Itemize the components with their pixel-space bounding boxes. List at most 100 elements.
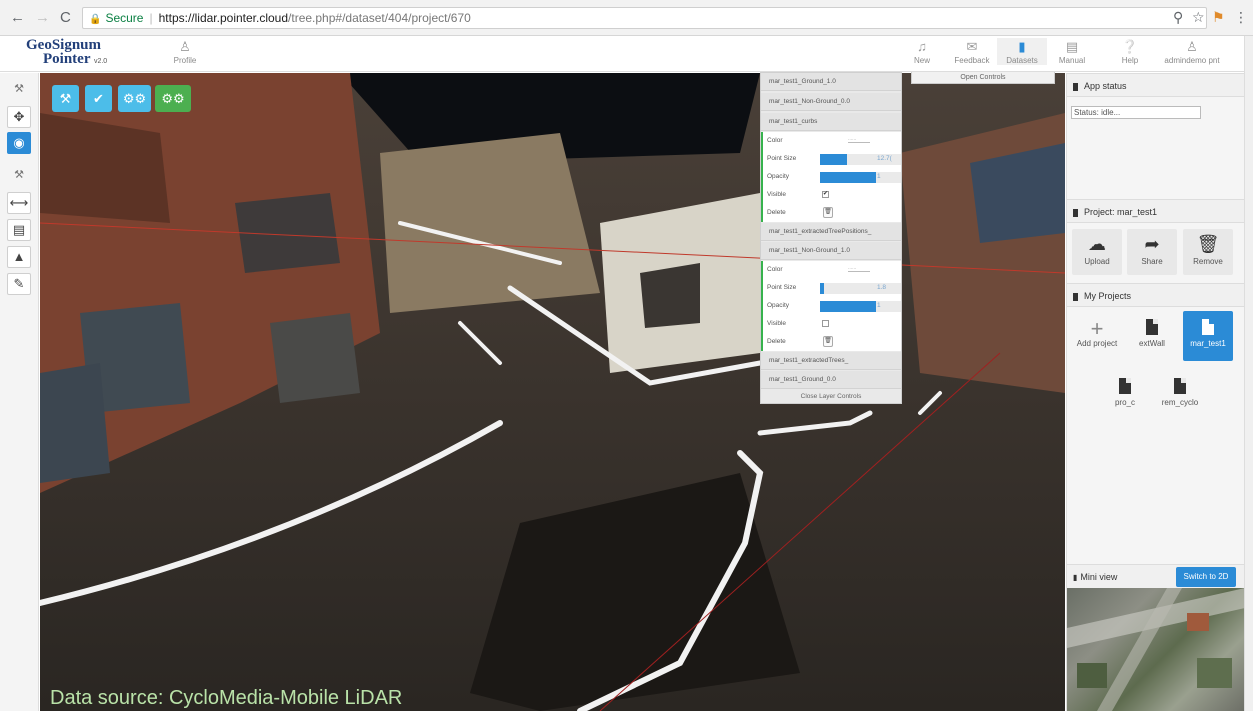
- nonground-pointsize-row: Point Size 1.8: [761, 279, 901, 297]
- nonground-color-row: Color ......: [761, 261, 901, 279]
- app-status-header: App status: [1067, 73, 1245, 97]
- visible-checkbox[interactable]: ✔: [822, 191, 829, 198]
- visible-checkbox[interactable]: [822, 320, 829, 327]
- switch-to-2d-button[interactable]: Switch to 2D: [1176, 567, 1236, 587]
- orbit-tool-button[interactable]: ◉: [7, 132, 31, 154]
- nonground-visible-row: Visible: [761, 315, 901, 333]
- point-size-slider[interactable]: 12.7(: [820, 154, 901, 165]
- project-label: rem_cyclo: [1161, 398, 1199, 407]
- share-button[interactable]: ➦ Share: [1127, 229, 1177, 275]
- point-size-slider[interactable]: 1.8: [820, 283, 901, 294]
- reload-icon[interactable]: C: [60, 9, 71, 26]
- layer-item[interactable]: mar_test1_Ground_1.0: [761, 73, 901, 91]
- wrench-tool-button[interactable]: ⚒: [52, 85, 79, 112]
- cloud-upload-icon: ☁: [1088, 234, 1106, 254]
- data-source-caption: Data source: CycloMedia-Mobile LiDAR: [50, 687, 403, 709]
- delete-label: Delete: [767, 209, 786, 216]
- settings-tool-button[interactable]: ⚙⚙: [118, 85, 151, 112]
- opacity-value: 1: [877, 302, 881, 309]
- page-scrollbar[interactable]: [1244, 36, 1253, 711]
- logo-version: v2.0: [93, 58, 108, 65]
- separator: |: [149, 11, 153, 25]
- app-logo[interactable]: GeoSignum Pointer v2.0: [26, 38, 136, 69]
- satellite-map-image: [1067, 588, 1245, 711]
- point-cloud-scene: [40, 73, 1065, 711]
- nav-feedback[interactable]: ✉ Feedback: [947, 38, 997, 65]
- color-picker[interactable]: ......: [848, 264, 870, 272]
- nav-feedback-label: Feedback: [954, 56, 990, 65]
- brush-tool-button[interactable]: ✎: [7, 273, 31, 295]
- layer-item[interactable]: mar_test1_Non-Ground_0.0: [761, 93, 901, 111]
- remove-button[interactable]: 🗑 Remove: [1183, 229, 1233, 275]
- layer-item[interactable]: mar_test1_Ground_0.0: [761, 371, 901, 389]
- project-mar-test1[interactable]: mar_test1: [1183, 311, 1233, 361]
- upload-button[interactable]: ☁ Upload: [1072, 229, 1122, 275]
- add-project-label: Add project: [1076, 339, 1118, 348]
- green-settings-button[interactable]: ⚙⚙: [155, 85, 191, 112]
- star-icon[interactable]: ☆: [1192, 9, 1205, 26]
- opacity-slider[interactable]: 1: [820, 172, 901, 183]
- forward-icon[interactable]: →: [35, 9, 50, 26]
- bell-icon: ♫: [917, 39, 927, 54]
- curbs-pointsize-row: Point Size 12.7(: [761, 150, 901, 168]
- file-icon: [1119, 378, 1131, 394]
- area-tool-button[interactable]: ▤: [7, 219, 31, 241]
- close-layer-controls-button[interactable]: Close Layer Controls: [761, 391, 901, 403]
- curbs-visible-row: Visible ✔: [761, 186, 901, 204]
- browser-chrome: ← → C 🔒 Secure | https://lidar.pointer.clou…: [0, 0, 1253, 36]
- user-icon: ♙: [179, 39, 191, 54]
- add-project-button[interactable]: + Add project: [1072, 311, 1122, 361]
- point-cloud-viewport[interactable]: ⚒ ✔ ⚙⚙ ⚙⚙ Data source: CycloMedia-Mobile…: [40, 73, 1065, 711]
- url-host: https://lidar.pointer.cloud: [158, 11, 289, 25]
- menu-dots-icon[interactable]: ⋮: [1234, 9, 1248, 26]
- project-label: pro_c: [1114, 398, 1135, 407]
- zoom-icon[interactable]: ⚲: [1173, 9, 1183, 26]
- project-extwall[interactable]: extWall: [1127, 311, 1177, 361]
- project-label: extWall: [1139, 339, 1165, 348]
- color-picker[interactable]: ......: [848, 135, 870, 143]
- file-icon: [1146, 319, 1158, 335]
- layer-item[interactable]: mar_test1_extractedTrees_: [761, 352, 901, 370]
- measure-distance-button[interactable]: ⟷: [7, 192, 31, 214]
- mini-map[interactable]: [1067, 588, 1245, 711]
- opacity-slider[interactable]: 1: [820, 301, 901, 312]
- trash-icon[interactable]: 🗑: [823, 207, 833, 218]
- pan-tool-button[interactable]: ✥: [7, 106, 31, 128]
- mini-view-header: ▮ Mini view Switch to 2D: [1067, 564, 1245, 588]
- layer-item[interactable]: mar_test1_curbs: [761, 113, 901, 131]
- nav-user[interactable]: ♙ admindemo pnt: [1157, 38, 1227, 65]
- point-size-value: 1.8: [877, 284, 887, 291]
- back-icon[interactable]: ←: [10, 9, 25, 26]
- slider-fill: [820, 154, 847, 165]
- my-projects-header: My Projects: [1067, 283, 1245, 307]
- app-status-title: App status: [1084, 81, 1127, 91]
- project-rem-cyclo[interactable]: rem_cyclo: [1155, 370, 1205, 420]
- project-label: mar_test1: [1190, 339, 1226, 348]
- extension-icon[interactable]: ⚑: [1212, 9, 1225, 26]
- address-bar[interactable]: 🔒 Secure | https://lidar.pointer.cloud/tree…: [82, 7, 1207, 29]
- layer-controls-panel: mar_test1_Ground_1.0 mar_test1_Non-Groun…: [760, 72, 902, 404]
- secure-label: Secure: [105, 11, 144, 25]
- trash-icon[interactable]: 🗑: [823, 336, 833, 347]
- nav-new[interactable]: ♫ New: [897, 38, 947, 65]
- nav-help[interactable]: ❔ Help: [1105, 38, 1155, 65]
- visible-label: Visible: [767, 191, 787, 198]
- project-pro-c[interactable]: pro_c: [1100, 370, 1150, 420]
- layer-item[interactable]: mar_test1_extractedTreePositions_: [761, 223, 901, 241]
- nav-help-label: Help: [1121, 56, 1139, 65]
- wrench-icon: ⚒: [14, 169, 24, 181]
- nav-user-label: admindemo pnt: [1164, 56, 1220, 65]
- point-size-value: 12.7(: [877, 155, 892, 162]
- profile-button[interactable]: ♙ Profile: [160, 38, 210, 65]
- layer-item[interactable]: mar_test1_Non-Ground_1.0: [761, 242, 901, 260]
- nav-datasets[interactable]: ▮ Datasets: [997, 38, 1047, 65]
- opacity-label: Opacity: [767, 173, 790, 180]
- envelope-icon: ✉: [966, 39, 978, 54]
- nonground-delete-row: Delete 🗑: [761, 333, 901, 351]
- color-label: Color: [767, 266, 783, 273]
- check-tool-button[interactable]: ✔: [85, 85, 112, 112]
- open-controls-button[interactable]: Open Controls: [911, 72, 1055, 84]
- profile-tool-button[interactable]: ▲: [7, 246, 31, 268]
- bookmark-icon: [1073, 208, 1078, 217]
- nav-manual[interactable]: ▤ Manual: [1047, 38, 1097, 65]
